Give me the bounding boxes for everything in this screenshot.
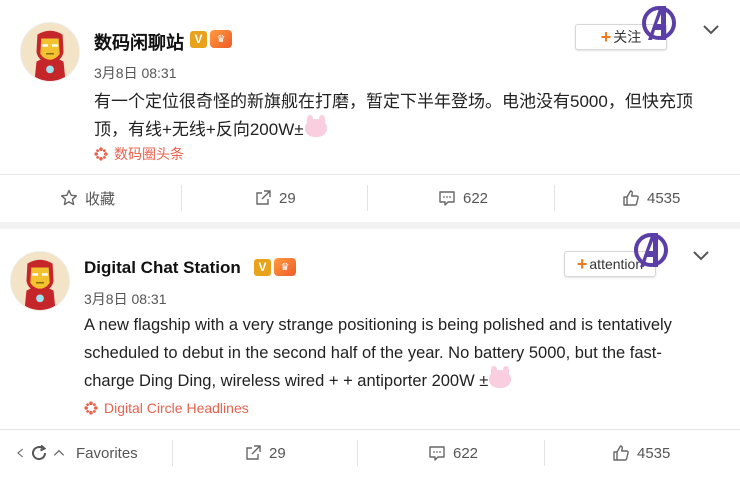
weibo-post-english: Digital Chat Station V ♛ 3月8日 08:31 A ne…: [0, 229, 740, 487]
action-separator: [357, 440, 358, 466]
chevron-up-icon: [53, 449, 65, 456]
favorite-button[interactable]: 收藏: [60, 175, 115, 221]
crown-badge-icon: ♛: [274, 258, 296, 276]
plus-icon: +: [600, 26, 612, 47]
iron-man-avatar-icon: [21, 23, 79, 81]
crown-badge-icon: ♛: [210, 30, 232, 48]
chevron-down-icon[interactable]: [703, 25, 719, 35]
bunny-emoji-icon: [489, 366, 512, 388]
username[interactable]: Digital Chat Station: [84, 258, 241, 278]
like-icon: [613, 445, 629, 461]
repost-button[interactable]: 29: [254, 175, 296, 221]
comment-button[interactable]: 622: [438, 175, 488, 221]
repost-icon: [246, 445, 261, 460]
comment-count: 622: [463, 189, 489, 207]
content-line: 有一个定位很奇怪的新旗舰在打磨，暂定下半年登场。电池没有5000，但快充顶: [94, 92, 693, 111]
like-button[interactable]: 4535: [622, 175, 680, 221]
chevron-left-icon: [17, 448, 24, 458]
avatar[interactable]: [20, 22, 80, 82]
bunny-emoji-icon: [304, 115, 327, 137]
source-link[interactable]: Digital Circle Headlines: [84, 400, 249, 416]
comment-count: 622: [453, 444, 479, 462]
favorite-button[interactable]: Favorites: [14, 430, 138, 476]
avatar[interactable]: [10, 251, 70, 311]
repost-icon: [256, 190, 271, 205]
like-icon: [623, 190, 639, 206]
source-icon: [84, 401, 98, 415]
action-bar: 收藏 29 622 4535: [0, 175, 740, 221]
brand-mark-icon: [634, 233, 668, 267]
chevron-down-icon[interactable]: [693, 251, 709, 261]
iron-man-avatar-icon: [11, 252, 69, 310]
v-badge-icon: V: [254, 258, 271, 276]
username[interactable]: 数码闲聊站: [94, 29, 184, 55]
source-label: Digital Circle Headlines: [104, 400, 249, 416]
content-line: A new flagship with a very strange posit…: [84, 316, 672, 334]
favorite-label: Favorites: [76, 444, 138, 462]
comment-icon: [429, 446, 445, 461]
action-separator: [367, 185, 368, 211]
timestamp[interactable]: 3月8日 08:31: [94, 63, 177, 83]
source-link[interactable]: 数码圈头条: [94, 144, 184, 164]
repost-button[interactable]: 29: [244, 430, 286, 476]
v-badge-icon: V: [190, 30, 207, 48]
like-count: 4535: [647, 189, 681, 207]
like-button[interactable]: 4535: [612, 430, 670, 476]
content-line: 顶，有线+无线+反向200W±: [94, 120, 304, 139]
action-bar: Favorites 29 622 4535: [0, 430, 740, 476]
refresh-icon: [32, 444, 47, 461]
post-separator: [0, 222, 740, 229]
source-icon: [94, 147, 108, 161]
source-label: 数码圈头条: [114, 146, 184, 162]
action-separator: [181, 185, 182, 211]
user-badges: V ♛: [190, 30, 232, 48]
repost-count: 29: [269, 444, 286, 462]
star-icon: [60, 189, 78, 206]
post-content: 有一个定位很奇怪的新旗舰在打磨，暂定下半年登场。电池没有5000，但快充顶 顶，…: [94, 88, 734, 144]
favorite-label: 收藏: [85, 190, 116, 208]
action-separator: [172, 440, 173, 466]
action-separator: [554, 185, 555, 211]
user-badges: V ♛: [254, 258, 296, 276]
post-content: A new flagship with a very strange posit…: [84, 311, 734, 395]
comment-icon: [439, 191, 455, 206]
timestamp[interactable]: 3月8日 08:31: [84, 289, 167, 309]
plus-icon: +: [576, 253, 588, 274]
like-count: 4535: [637, 444, 671, 462]
brand-mark-icon: [642, 6, 676, 40]
comment-button[interactable]: 622: [428, 430, 478, 476]
action-separator: [544, 440, 545, 466]
weibo-post-chinese: 数码闲聊站 V ♛ 3月8日 08:31 有一个定位很奇怪的新旗舰在打磨，暂定下…: [0, 0, 740, 229]
content-line: scheduled to debut in the second half of…: [84, 344, 662, 362]
content-line: charge Ding Ding, wireless wired + + ant…: [84, 372, 489, 390]
follow-label: 关注: [613, 29, 642, 45]
repost-count: 29: [279, 189, 296, 207]
